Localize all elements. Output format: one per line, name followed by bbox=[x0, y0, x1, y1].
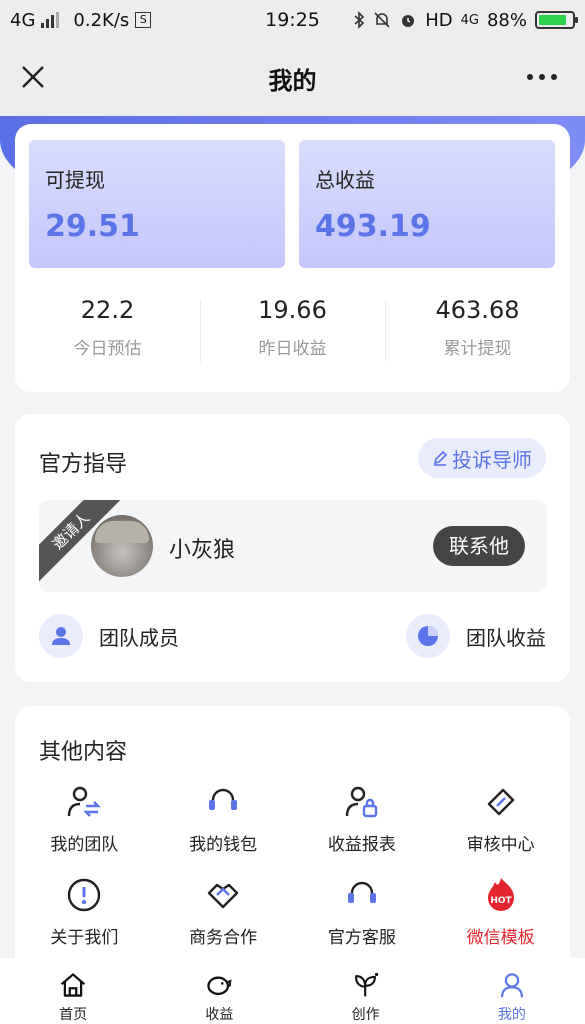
team-members-link[interactable]: 团队成员 bbox=[39, 614, 179, 658]
bluetooth-icon bbox=[354, 11, 365, 29]
stat-label: 累计提现 bbox=[443, 339, 512, 359]
team-earnings-label: 团队收益 bbox=[466, 625, 546, 650]
customer-service-item[interactable]: 官方客服 bbox=[293, 875, 432, 948]
nav-bar: 我的 bbox=[0, 40, 585, 116]
team-members-label: 团队成员 bbox=[99, 625, 179, 650]
inviter-name: 小灰狼 bbox=[169, 538, 236, 563]
earnings-card: 可提现 29.51 总收益 493.19 22.2 今日预估 19.66 昨日收… bbox=[15, 124, 570, 392]
close-icon[interactable] bbox=[20, 64, 46, 90]
battery-icon bbox=[535, 11, 578, 29]
my-team-item[interactable]: 我的团队 bbox=[15, 782, 154, 855]
about-us-item[interactable]: 关于我们 bbox=[15, 875, 154, 948]
headset-icon bbox=[342, 875, 382, 915]
hot-badge: HOT bbox=[490, 896, 512, 906]
stat-label: 昨日收益 bbox=[258, 339, 327, 359]
mute-bell-icon bbox=[374, 12, 390, 28]
stats-row: 22.2 今日预估 19.66 昨日收益 463.68 累计提现 bbox=[15, 296, 570, 362]
my-wallet-item[interactable]: 我的钱包 bbox=[154, 782, 293, 855]
alarm-icon bbox=[402, 15, 415, 27]
tab-label: 首页 bbox=[59, 1007, 88, 1023]
report-icon bbox=[342, 782, 382, 822]
total-earnings-value: 493.19 bbox=[315, 209, 431, 244]
wechat-template-item[interactable]: HOT 微信模板 bbox=[431, 875, 570, 948]
review-center-item[interactable]: 审核中心 bbox=[431, 782, 570, 855]
person-icon bbox=[39, 614, 83, 658]
team-icon bbox=[64, 782, 104, 822]
grid-item-label: 收益报表 bbox=[327, 835, 396, 855]
grid-item-label: 我的钱包 bbox=[189, 835, 258, 855]
page-title: 我的 bbox=[268, 66, 317, 95]
stat-value: 463.68 bbox=[435, 296, 520, 324]
battery-percent: 88% bbox=[486, 9, 527, 31]
tab-label: 收益 bbox=[205, 1007, 234, 1023]
pie-chart-icon bbox=[406, 614, 450, 658]
grid-item-label: 微信模板 bbox=[466, 928, 535, 948]
grid-item-label: 我的团队 bbox=[50, 835, 119, 855]
tab-label: 创作 bbox=[351, 1007, 380, 1023]
tab-bar: 首页 收益 创作 我的 bbox=[0, 958, 585, 1024]
stat-yesterday: 19.66 昨日收益 bbox=[200, 296, 385, 362]
hot-icon: HOT bbox=[481, 875, 521, 915]
complain-button[interactable]: 投诉导师 bbox=[418, 438, 546, 478]
other-content-card: 其他内容 我的团队 我的钱包 收益报表 审核中心 关于我们 商务合作 官方客服 … bbox=[15, 706, 570, 976]
home-icon bbox=[61, 973, 86, 997]
contact-button[interactable]: 联系他 bbox=[433, 526, 525, 566]
tab-home[interactable]: 首页 bbox=[0, 958, 146, 1024]
network-type-right: 4G bbox=[460, 12, 479, 28]
more-icon[interactable] bbox=[527, 74, 557, 80]
grid-item-label: 官方客服 bbox=[327, 928, 396, 948]
earnings-report-item[interactable]: 收益报表 bbox=[293, 782, 432, 855]
network-speed: 0.2K/s bbox=[73, 9, 130, 31]
network-type: 4G bbox=[10, 9, 36, 31]
user-icon bbox=[500, 973, 523, 998]
withdrawable-box[interactable]: 可提现 29.51 bbox=[29, 140, 285, 268]
feature-grid: 我的团队 我的钱包 收益报表 审核中心 关于我们 商务合作 官方客服 HOT 微… bbox=[15, 782, 570, 948]
withdrawable-value: 29.51 bbox=[45, 209, 140, 244]
complain-label: 投诉导师 bbox=[452, 447, 532, 472]
sprout-icon bbox=[354, 972, 378, 997]
inviter-panel: 邀请人 小灰狼 联系他 bbox=[39, 500, 547, 592]
stat-cumulative: 463.68 累计提现 bbox=[385, 296, 570, 362]
stat-today: 22.2 今日预估 bbox=[15, 296, 200, 359]
withdrawable-label: 可提现 bbox=[45, 168, 105, 192]
guidance-card: 官方指导 投诉导师 邀请人 小灰狼 联系他 团队成员 团队收益 bbox=[15, 414, 570, 682]
business-cooperation-item[interactable]: 商务合作 bbox=[154, 875, 293, 948]
status-bar: 4G 0.2K/s S 19:25 HD 4G 88% bbox=[0, 0, 585, 40]
signal-icon bbox=[41, 12, 60, 28]
total-earnings-label: 总收益 bbox=[315, 168, 375, 192]
other-content-title: 其他内容 bbox=[39, 740, 128, 765]
grid-item-label: 审核中心 bbox=[466, 835, 535, 855]
wallet-icon bbox=[203, 782, 243, 822]
tab-earnings[interactable]: 收益 bbox=[146, 958, 292, 1024]
stat-label: 今日预估 bbox=[73, 339, 142, 359]
piggy-icon bbox=[207, 976, 232, 996]
grid-item-label: 关于我们 bbox=[50, 928, 119, 948]
tab-create[interactable]: 创作 bbox=[293, 958, 439, 1024]
tab-label: 我的 bbox=[497, 1007, 526, 1023]
info-icon bbox=[64, 875, 104, 915]
grid-item-label: 商务合作 bbox=[189, 928, 258, 948]
storage-icon: S bbox=[135, 12, 152, 28]
total-earnings-box[interactable]: 总收益 493.19 bbox=[299, 140, 555, 268]
review-icon bbox=[481, 782, 521, 822]
avatar[interactable] bbox=[91, 515, 153, 577]
team-row: 团队成员 团队收益 bbox=[39, 614, 546, 658]
stat-value: 22.2 bbox=[80, 296, 135, 324]
tab-mine[interactable]: 我的 bbox=[439, 958, 585, 1024]
guidance-title: 官方指导 bbox=[39, 452, 128, 477]
stat-value: 19.66 bbox=[258, 296, 327, 324]
edit-icon bbox=[433, 450, 448, 466]
hd-label: HD bbox=[425, 9, 453, 31]
handshake-icon bbox=[203, 875, 243, 915]
team-earnings-link[interactable]: 团队收益 bbox=[406, 614, 546, 658]
